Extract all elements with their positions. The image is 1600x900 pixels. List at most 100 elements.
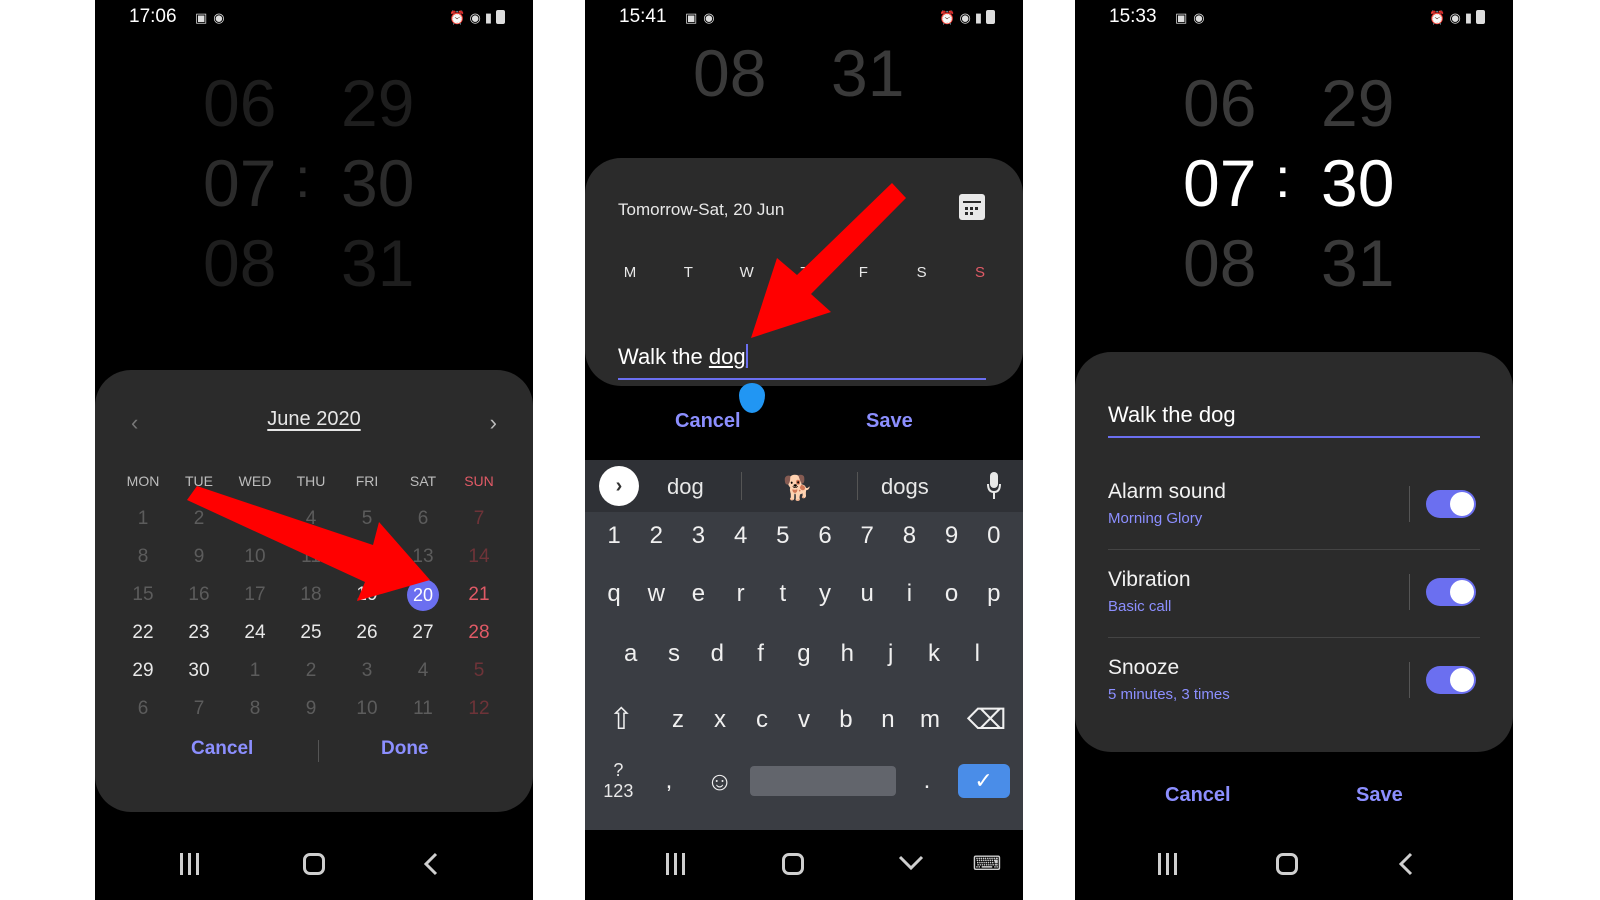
setting-row-vibration[interactable]: Vibration Basic call [1108,550,1480,638]
calendar-day[interactable]: 8 [115,546,171,568]
calendar-day[interactable]: 14 [451,546,507,568]
hour-below[interactable]: 08 [1183,230,1256,296]
hour-current[interactable]: 07 [203,150,276,216]
keyboard-key[interactable]: g [784,640,824,668]
suggestion-word[interactable]: dogs [881,474,929,500]
snooze-toggle[interactable] [1426,666,1476,694]
suggestion-word[interactable]: dog [667,474,704,500]
minute-above[interactable]: 29 [341,70,414,136]
minute-below[interactable]: 31 [831,40,904,106]
alarm-sound-toggle[interactable] [1426,490,1476,518]
setting-row-alarm-sound[interactable]: Alarm sound Morning Glory [1108,462,1480,550]
comma-key[interactable]: , [649,767,689,795]
setting-row-snooze[interactable]: Snooze 5 minutes, 3 times [1108,638,1480,726]
backspace-icon[interactable]: ⌫ [967,703,1007,736]
calendar-day[interactable]: 12 [451,698,507,720]
chevron-right-icon[interactable]: › [599,466,639,506]
hour-above[interactable]: 06 [203,70,276,136]
keyboard-key[interactable]: a [611,640,651,668]
calendar-day-selected[interactable]: 20 [395,579,451,611]
keyboard-key[interactable]: u [847,580,887,608]
recents-icon[interactable] [653,846,697,882]
emoji-icon[interactable]: ☺ [700,766,740,797]
keyboard-key[interactable]: w [636,580,676,608]
keyboard-key[interactable]: k [914,640,954,668]
done-button[interactable]: Done [381,738,429,760]
calendar-day[interactable]: 15 [115,584,171,606]
calendar-day[interactable]: 9 [283,698,339,720]
calendar-day[interactable]: 7 [451,508,507,530]
weekday-toggle-sat[interactable]: S [907,264,937,281]
calendar-day[interactable]: 16 [171,584,227,606]
hour-below[interactable]: 08 [693,40,766,106]
calendar-day[interactable]: 30 [171,660,227,682]
weekday-toggle-sun[interactable]: S [965,264,995,281]
weekday-toggle-wed[interactable]: W [732,264,762,281]
keyboard-key[interactable]: q [594,580,634,608]
calendar-day[interactable]: 29 [115,660,171,682]
save-button[interactable]: Save [1356,784,1403,807]
period-key[interactable]: . [907,767,947,795]
keyboard-key[interactable]: o [932,580,972,608]
home-icon[interactable] [292,846,336,882]
weekday-toggle-mon[interactable]: M [615,264,645,281]
next-month-button[interactable]: › [490,410,497,436]
keyboard-key[interactable]: r [721,580,761,608]
calendar-day[interactable]: 5 [339,508,395,530]
keyboard-key[interactable]: z [658,706,698,734]
calendar-day[interactable]: 7 [171,698,227,720]
suggestion-emoji[interactable]: 🐕 [783,474,813,503]
keyboard-key[interactable]: y [805,580,845,608]
hide-keyboard-icon[interactable] [889,846,933,882]
calendar-day[interactable]: 12 [339,546,395,568]
calendar-day[interactable]: 11 [395,698,451,720]
save-button[interactable]: Save [866,410,913,433]
calendar-day[interactable]: 6 [115,698,171,720]
calendar-day[interactable]: 3 [227,508,283,530]
calendar-day[interactable]: 1 [115,508,171,530]
keyboard-key[interactable]: 7 [847,522,887,550]
keyboard-key[interactable]: c [742,706,782,734]
calendar-day[interactable]: 11 [283,546,339,568]
cancel-button[interactable]: Cancel [191,738,253,760]
hour-above[interactable]: 06 [1183,70,1256,136]
calendar-day[interactable]: 6 [395,508,451,530]
back-icon[interactable] [1385,846,1429,882]
calendar-day[interactable]: 26 [339,622,395,644]
minute-below[interactable]: 31 [1321,230,1394,296]
keyboard-key[interactable]: e [678,580,718,608]
keyboard-key[interactable]: h [827,640,867,668]
calendar-day[interactable]: 19 [339,584,395,606]
minute-current[interactable]: 30 [341,150,414,216]
calendar-day[interactable]: 18 [283,584,339,606]
calendar-day[interactable]: 21 [451,584,507,606]
keyboard-key[interactable]: i [889,580,929,608]
keyboard-key[interactable]: 8 [889,522,929,550]
alarm-name-input[interactable]: Walk the dog [1108,402,1480,438]
back-icon[interactable] [410,846,454,882]
hour-below[interactable]: 08 [203,230,276,296]
minute-above[interactable]: 29 [1321,70,1394,136]
keyboard-key[interactable]: 6 [805,522,845,550]
keyboard-key[interactable]: d [697,640,737,668]
weekday-toggle-thu[interactable]: T [790,264,820,281]
keyboard-key[interactable]: 2 [636,522,676,550]
keyboard-icon[interactable]: ⌨ [965,846,1009,882]
calendar-day[interactable]: 1 [227,660,283,682]
keyboard-key[interactable]: 0 [974,522,1014,550]
calendar-day[interactable]: 10 [339,698,395,720]
calendar-day[interactable]: 23 [171,622,227,644]
hour-current[interactable]: 07 [1183,150,1256,216]
calendar-day[interactable]: 5 [451,660,507,682]
weekday-toggle-tue[interactable]: T [673,264,703,281]
keyboard-key[interactable]: t [763,580,803,608]
keyboard-key[interactable]: 9 [932,522,972,550]
keyboard-key[interactable]: 5 [763,522,803,550]
calendar-day[interactable]: 4 [395,660,451,682]
home-icon[interactable] [1265,846,1309,882]
shift-icon[interactable]: ⇧ [601,702,641,737]
keyboard-key[interactable]: b [826,706,866,734]
calendar-day[interactable]: 9 [171,546,227,568]
calendar-day[interactable]: 8 [227,698,283,720]
keyboard-key[interactable]: l [957,640,997,668]
